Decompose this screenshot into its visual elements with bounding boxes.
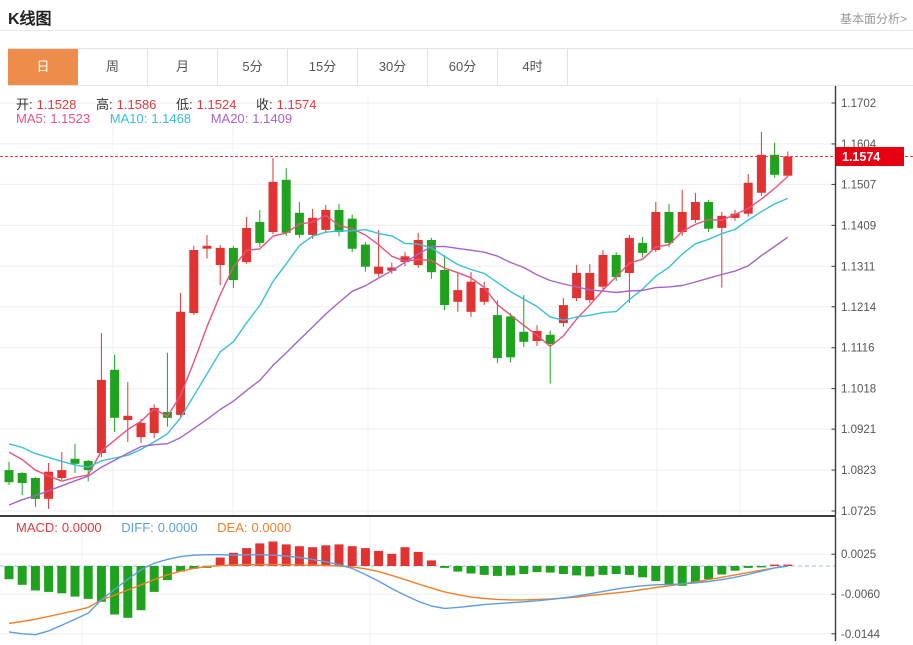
close-label: 收: (256, 97, 273, 112)
macd-legend: MACD: 0.0000 DIFF: 0.0000 DEA: 0.0000 (16, 520, 295, 535)
tab-15分[interactable]: 15分 (288, 49, 358, 85)
svg-text:1.1214: 1.1214 (841, 302, 877, 314)
tab-周[interactable]: 周 (78, 49, 148, 85)
macd-chart[interactable]: 0.0025 -0.0060 -0.0144 (0, 517, 913, 645)
svg-text:1.0921: 1.0921 (841, 424, 876, 436)
high-label: 高: (96, 97, 113, 112)
tab-4时[interactable]: 4时 (498, 49, 568, 85)
diff-label: DIFF: (121, 520, 154, 535)
page-title: K线图 (8, 5, 52, 29)
open-value: 1.1528 (37, 97, 77, 112)
svg-text:0.0025: 0.0025 (841, 549, 876, 561)
ma10-value: 1.1468 (151, 111, 191, 126)
svg-text:1.0823: 1.0823 (841, 465, 876, 477)
kline-page: K线图 基本面分析> 日周月5分15分30分60分4时 开: 1.1528 高: 1… (0, 0, 913, 645)
tab-60分[interactable]: 60分 (428, 49, 498, 85)
ma20-label: MA20: (211, 111, 249, 126)
ma-legend: MA5: 1.1523 MA10:1.1468 MA20:1.1409 (16, 111, 296, 126)
high-value: 1.1586 (117, 97, 157, 112)
svg-text:1.1507: 1.1507 (841, 179, 876, 191)
candlestick-chart[interactable]: 1.17021.16041.15071.14091.13111.12141.11… (0, 86, 913, 515)
dea-value: 0.0000 (252, 520, 292, 535)
close-value: 1.1574 (277, 97, 317, 112)
svg-text:1.0725: 1.0725 (841, 506, 876, 515)
tab-月[interactable]: 月 (148, 49, 218, 85)
diff-value: 0.0000 (158, 520, 198, 535)
ma5-value: 1.1523 (50, 111, 90, 126)
dea-label: DEA: (217, 520, 247, 535)
period-tab-bar: 日周月5分15分30分60分4时 (8, 48, 913, 86)
svg-text:1.1116: 1.1116 (841, 343, 874, 355)
ma10-label: MA10: (110, 111, 148, 126)
svg-text:1.1311: 1.1311 (841, 261, 875, 273)
tab-5分[interactable]: 5分 (218, 49, 288, 85)
main-gridlines (0, 97, 836, 515)
macd-y-axis-labels: 0.0025 -0.0060 -0.0144 (832, 549, 881, 641)
tab-日[interactable]: 日 (8, 49, 78, 85)
price-badge: 1.1574 (836, 147, 904, 166)
low-label: 低: (176, 97, 193, 112)
tab-30分[interactable]: 30分 (358, 49, 428, 85)
low-value: 1.1524 (197, 97, 237, 112)
open-label: 开: (16, 97, 33, 112)
svg-text:-0.0060: -0.0060 (841, 589, 880, 601)
ma20-line (9, 237, 788, 505)
macd-bars (5, 542, 793, 618)
ma5-label: MA5: (16, 111, 46, 126)
header-divider (0, 30, 913, 31)
svg-text:1.1574: 1.1574 (842, 150, 880, 164)
svg-text:-0.0144: -0.0144 (841, 629, 881, 641)
svg-text:1.1018: 1.1018 (841, 384, 876, 396)
svg-text:1.1702: 1.1702 (841, 98, 876, 110)
macd-label: MACD: (16, 520, 58, 535)
candles-group (5, 132, 793, 509)
macd-value: 0.0000 (62, 520, 102, 535)
ma20-value: 1.1409 (252, 111, 292, 126)
svg-text:1.1409: 1.1409 (841, 220, 876, 232)
fundamental-analysis-link[interactable]: 基本面分析> (840, 10, 907, 27)
